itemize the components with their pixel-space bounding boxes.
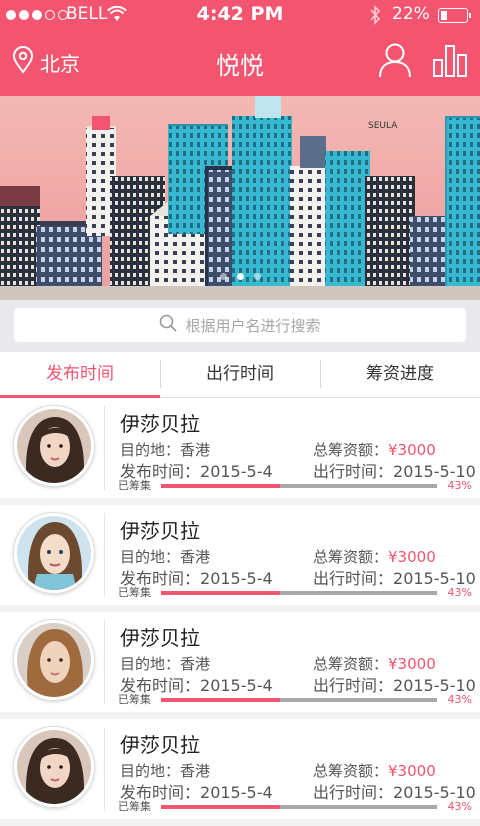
tab-publish-time[interactable]: 发布时间 — [0, 352, 160, 398]
total-value: ¥3000 — [388, 762, 436, 780]
destination: 目的地：香港 — [120, 760, 210, 781]
funding-progress-bar — [161, 484, 437, 488]
list-item[interactable]: 伊莎贝拉 目的地：香港 总筹资额：¥3000 发布时间：2015-5-4 出行时… — [0, 398, 480, 498]
divider — [104, 513, 105, 597]
city-skyline-illustration: SEULA — [0, 96, 480, 300]
destination-label: 目的地： — [120, 655, 181, 673]
raised-label: 已筹集 — [118, 693, 151, 706]
battery-percent: 22% — [392, 4, 430, 24]
banner-carousel[interactable]: SEULA — [0, 96, 480, 300]
funding-percent: 43% — [447, 479, 472, 492]
publish-value: 2015-5-4 — [200, 569, 273, 588]
destination-value: 香港 — [180, 655, 211, 673]
woman-portrait-icon — [17, 623, 91, 697]
destination-label: 目的地： — [120, 762, 181, 780]
total-funding: 总筹资额：¥3000 — [313, 653, 436, 674]
search-placeholder: 根据用户名进行搜索 — [185, 316, 321, 335]
destination-label: 目的地： — [120, 548, 181, 566]
list-item[interactable]: 伊莎贝拉 目的地：香港 总筹资额：¥3000 发布时间：2015-5-4 出行时… — [0, 612, 480, 712]
raised-label: 已筹集 — [118, 479, 151, 492]
travel-label: 出行时间： — [313, 569, 394, 588]
destination: 目的地：香港 — [120, 653, 210, 674]
funding-progress-fill — [161, 805, 280, 809]
user-profile-button[interactable] — [378, 42, 412, 82]
total-label: 总筹资额： — [313, 762, 389, 780]
funding-percent: 43% — [447, 693, 472, 706]
avatar[interactable] — [14, 620, 94, 700]
user-name: 伊莎贝拉 — [120, 626, 200, 650]
funding-progress-bar — [161, 805, 437, 809]
total-funding: 总筹资额：¥3000 — [313, 760, 436, 781]
publish-value: 2015-5-4 — [200, 783, 273, 802]
raised-label: 已筹集 — [118, 586, 151, 599]
search-input[interactable]: 根据用户名进行搜索 — [14, 308, 466, 342]
total-label: 总筹资额： — [313, 655, 389, 673]
funding-percent: 43% — [447, 586, 472, 599]
travel-label: 出行时间： — [313, 783, 394, 802]
total-label: 总筹资额： — [313, 548, 389, 566]
divider — [104, 406, 105, 490]
destination-label: 目的地： — [120, 441, 181, 459]
destination-value: 香港 — [180, 762, 211, 780]
destination-value: 香港 — [180, 548, 211, 566]
raised-label: 已筹集 — [118, 800, 151, 813]
travel-label: 出行时间： — [313, 676, 394, 695]
avatar[interactable] — [14, 406, 94, 486]
user-name: 伊莎贝拉 — [120, 519, 200, 543]
funding-progress-fill — [161, 484, 280, 488]
search-icon — [159, 314, 178, 336]
status-bar: BELL 4:42 PM 22% — [0, 0, 480, 32]
total-value: ¥3000 — [388, 548, 436, 566]
bar-chart-icon — [433, 45, 467, 77]
funding-progress-fill — [161, 591, 280, 595]
carousel-dot-active[interactable] — [236, 273, 244, 280]
publish-value: 2015-5-4 — [200, 676, 273, 695]
sort-tabs: 发布时间 出行时间 筹资进度 — [0, 352, 480, 398]
stats-button[interactable] — [432, 44, 468, 82]
carousel-dot[interactable] — [253, 273, 261, 280]
woman-portrait-icon — [17, 516, 91, 590]
user-name: 伊莎贝拉 — [120, 412, 200, 436]
funding-progress-bar — [161, 698, 437, 702]
bluetooth-icon — [369, 5, 381, 30]
funding-progress-fill — [161, 698, 280, 702]
divider — [104, 620, 105, 704]
total-label: 总筹资额： — [313, 441, 389, 459]
total-value: ¥3000 — [388, 655, 436, 673]
carousel-dot[interactable] — [219, 273, 227, 280]
woman-portrait-icon — [17, 409, 91, 483]
divider — [104, 727, 105, 811]
carousel-indicator[interactable] — [0, 273, 480, 280]
funding-progress-bar — [161, 591, 437, 595]
list-item[interactable]: 伊莎贝拉 目的地：香港 总筹资额：¥3000 发布时间：2015-5-4 出行时… — [0, 719, 480, 819]
user-icon — [379, 43, 411, 78]
user-name: 伊莎贝拉 — [120, 733, 200, 757]
destination: 目的地：香港 — [120, 546, 210, 567]
avatar[interactable] — [14, 513, 94, 593]
trip-list: 伊莎贝拉 目的地：香港 总筹资额：¥3000 发布时间：2015-5-4 出行时… — [0, 398, 480, 826]
search-section: 根据用户名进行搜索 — [0, 300, 480, 352]
publish-value: 2015-5-4 — [200, 462, 273, 481]
list-item[interactable]: 伊莎贝拉 目的地：香港 总筹资额：¥3000 发布时间：2015-5-4 出行时… — [0, 505, 480, 605]
total-value: ¥3000 — [388, 441, 436, 459]
funding-percent: 43% — [447, 800, 472, 813]
total-funding: 总筹资额：¥3000 — [313, 439, 436, 460]
avatar[interactable] — [14, 727, 94, 807]
destination-value: 香港 — [180, 441, 211, 459]
woman-portrait-icon — [17, 730, 91, 804]
total-funding: 总筹资额：¥3000 — [313, 546, 436, 567]
app-header: 北京 悦悦 — [0, 32, 480, 96]
tab-funding-progress[interactable]: 筹资进度 — [320, 352, 480, 397]
tab-travel-time[interactable]: 出行时间 — [160, 352, 320, 397]
banner-signature: SEULA — [368, 121, 398, 131]
travel-label: 出行时间： — [313, 462, 394, 481]
battery-icon — [438, 8, 471, 23]
destination: 目的地：香港 — [120, 439, 210, 460]
top-bar: BELL 4:42 PM 22% 北京 悦悦 — [0, 0, 480, 96]
